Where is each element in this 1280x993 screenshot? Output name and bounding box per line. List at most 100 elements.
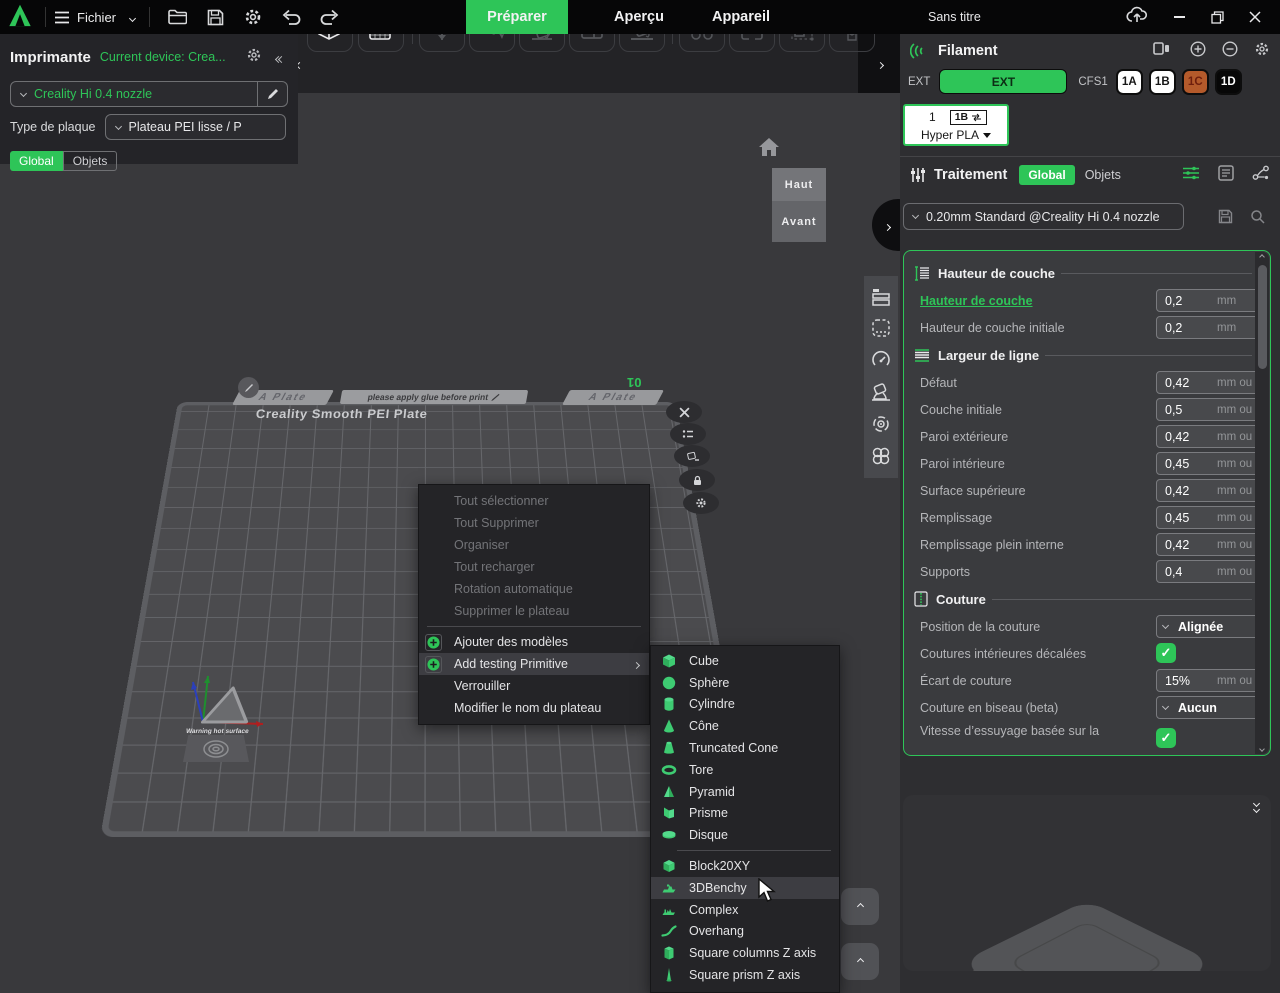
cloud-upload-button[interactable] bbox=[1126, 6, 1148, 29]
setting-input[interactable]: 0,42mm ou % bbox=[1156, 371, 1260, 394]
layers-tool-icon[interactable] bbox=[871, 288, 891, 306]
menu-item-delete-plate[interactable]: Supprimer le plateau bbox=[419, 600, 649, 622]
plate-auto-arrange-button[interactable] bbox=[674, 445, 710, 467]
filament-settings-button[interactable] bbox=[1254, 41, 1270, 62]
rename-plate-icon[interactable] bbox=[238, 377, 259, 398]
setting-input[interactable]: 0,45mm ou % bbox=[1156, 506, 1260, 529]
setting-input[interactable]: 0,45mm ou % bbox=[1156, 452, 1260, 475]
setting-input[interactable]: 0,42mm ou % bbox=[1156, 479, 1260, 502]
setting-input[interactable]: 0,42mm ou % bbox=[1156, 425, 1260, 448]
setting-input[interactable]: 0,4mm ou % bbox=[1156, 560, 1260, 583]
plate-close-button[interactable] bbox=[666, 401, 702, 423]
plate-type-select[interactable]: Plateau PEI lisse / P bbox=[104, 114, 286, 140]
save-preset-button[interactable] bbox=[1218, 209, 1233, 229]
scroll-up-button[interactable] bbox=[841, 888, 879, 925]
settings-button[interactable] bbox=[243, 7, 263, 27]
marquee-select-icon[interactable] bbox=[871, 318, 891, 338]
remove-filament-button[interactable] bbox=[1222, 40, 1238, 62]
scrollbar-thumb[interactable] bbox=[1257, 265, 1267, 369]
settings-scrollbar[interactable] bbox=[1255, 252, 1269, 754]
printer-settings-button[interactable] bbox=[246, 47, 262, 68]
view-cube-top[interactable]: Haut bbox=[772, 168, 826, 201]
menu-item-rename-plate[interactable]: Modifier le nom du plateau bbox=[419, 697, 649, 719]
submenu-item-pyramid[interactable]: Pyramid bbox=[651, 781, 839, 803]
printer-tab-objects[interactable]: Objets bbox=[62, 151, 118, 171]
plate-tab-right[interactable]: A Plate bbox=[562, 390, 664, 405]
submenu-item-square-columns[interactable]: Square columns Z axis bbox=[651, 942, 839, 964]
search-settings-button[interactable] bbox=[1250, 209, 1265, 229]
filament-mapping-button[interactable] bbox=[1153, 41, 1170, 61]
filament-card[interactable]: 1 1B Hyper PLA bbox=[903, 104, 1009, 146]
lamp-tool-icon[interactable] bbox=[870, 382, 892, 402]
home-view-button[interactable] bbox=[758, 137, 780, 162]
submenu-item-disc[interactable]: Disque bbox=[651, 824, 839, 846]
setting-input[interactable]: 15%mm ou % bbox=[1156, 669, 1260, 692]
restore-button[interactable] bbox=[1202, 0, 1232, 34]
plate-preview-box[interactable] bbox=[903, 795, 1271, 971]
undo-button[interactable] bbox=[281, 7, 301, 27]
submenu-item-truncated-cone[interactable]: Truncated Cone bbox=[651, 737, 839, 759]
ext-button[interactable]: EXT bbox=[939, 69, 1068, 94]
tab-preview[interactable]: Aperçu bbox=[596, 0, 682, 34]
printer-select[interactable]: Creality Hi 0.4 nozzle bbox=[10, 81, 258, 107]
scrollbar-down-icon[interactable] bbox=[1255, 746, 1269, 752]
app-logo[interactable] bbox=[7, 2, 33, 33]
tab-prepare[interactable]: Préparer bbox=[466, 0, 568, 34]
close-window-button[interactable] bbox=[1240, 0, 1270, 34]
minimize-button[interactable] bbox=[1164, 0, 1194, 34]
submenu-item-sphere[interactable]: Sphère bbox=[651, 672, 839, 694]
setting-label[interactable]: Hauteur de couche bbox=[920, 294, 1033, 308]
view-cube-front[interactable]: Avant bbox=[772, 201, 826, 242]
quick-settings-button[interactable] bbox=[1182, 166, 1200, 185]
plate-list-button[interactable] bbox=[670, 423, 706, 445]
setting-select[interactable]: Aucun bbox=[1156, 696, 1260, 719]
menu-item-select-all[interactable]: Tout sélectionner bbox=[419, 490, 649, 512]
clover-command-icon[interactable] bbox=[871, 446, 891, 466]
collapse-panel-button[interactable] bbox=[274, 50, 286, 65]
submenu-item-prism[interactable]: Prisme bbox=[651, 803, 839, 825]
submenu-item-cone[interactable]: Cône bbox=[651, 715, 839, 737]
setting-checkbox[interactable] bbox=[1156, 728, 1176, 748]
submenu-item-overhang[interactable]: Overhang bbox=[651, 921, 839, 943]
submenu-item-square-prism[interactable]: Square prism Z axis bbox=[651, 964, 839, 986]
calibration-target-icon[interactable] bbox=[871, 414, 891, 434]
setting-checkbox[interactable] bbox=[1156, 643, 1176, 663]
submenu-item-torus[interactable]: Tore bbox=[651, 759, 839, 781]
slot-1b[interactable]: 1B bbox=[1148, 68, 1176, 95]
view-cube[interactable]: Haut Avant bbox=[772, 168, 826, 242]
scrollbar-up-icon[interactable] bbox=[1255, 254, 1269, 260]
submenu-item-3dbenchy[interactable]: 3DBenchy bbox=[651, 876, 839, 899]
submenu-item-cube[interactable]: Cube bbox=[651, 650, 839, 672]
toolbar-scroll-right-icon[interactable] bbox=[876, 55, 885, 73]
submenu-item-complex[interactable]: Complex bbox=[651, 899, 839, 921]
menu-item-arrange[interactable]: Organiser bbox=[419, 534, 649, 556]
add-filament-button[interactable] bbox=[1190, 40, 1206, 62]
menu-item-lock[interactable]: Verrouiller bbox=[419, 675, 649, 697]
menu-item-add-models[interactable]: Ajouter des modèles bbox=[419, 631, 649, 653]
setting-input[interactable]: 0,5mm ou % bbox=[1156, 398, 1260, 421]
open-file-button[interactable] bbox=[167, 7, 187, 27]
gauge-tool-icon[interactable] bbox=[871, 350, 891, 370]
setting-input[interactable]: 0,2 mm bbox=[1156, 289, 1260, 312]
menu-item-add-testing-primitive[interactable]: Add testing Primitive bbox=[419, 653, 649, 675]
process-tab-objects[interactable]: Objets bbox=[1085, 168, 1121, 182]
slot-1a[interactable]: 1A bbox=[1115, 68, 1143, 95]
compare-settings-button[interactable] bbox=[1252, 165, 1270, 186]
filament-card-slot[interactable]: 1B bbox=[949, 109, 988, 125]
process-preset-select[interactable]: 0.20mm Standard @Creality Hi 0.4 nozzle bbox=[903, 203, 1184, 230]
file-menu[interactable]: Fichier bbox=[54, 8, 137, 26]
slot-1d[interactable]: 1D bbox=[1214, 68, 1242, 95]
slot-1c[interactable]: 1C bbox=[1181, 68, 1209, 95]
scroll-up-button-2[interactable] bbox=[841, 943, 879, 980]
setting-input[interactable]: 0,42mm ou % bbox=[1156, 533, 1260, 556]
process-tab-global[interactable]: Global bbox=[1019, 165, 1075, 185]
submenu-item-cylinder[interactable]: Cylindre bbox=[651, 694, 839, 716]
edit-printer-button[interactable] bbox=[258, 81, 288, 107]
plate-settings-button[interactable] bbox=[683, 492, 719, 514]
menu-item-reload-all[interactable]: Tout recharger bbox=[419, 556, 649, 578]
save-button[interactable] bbox=[205, 7, 225, 27]
redo-button[interactable] bbox=[319, 7, 339, 27]
setting-input[interactable]: 0,2 mm bbox=[1156, 316, 1260, 339]
submenu-item-block20xy[interactable]: Block20XY bbox=[651, 855, 839, 877]
printer-tab-global[interactable]: Global bbox=[10, 151, 63, 171]
